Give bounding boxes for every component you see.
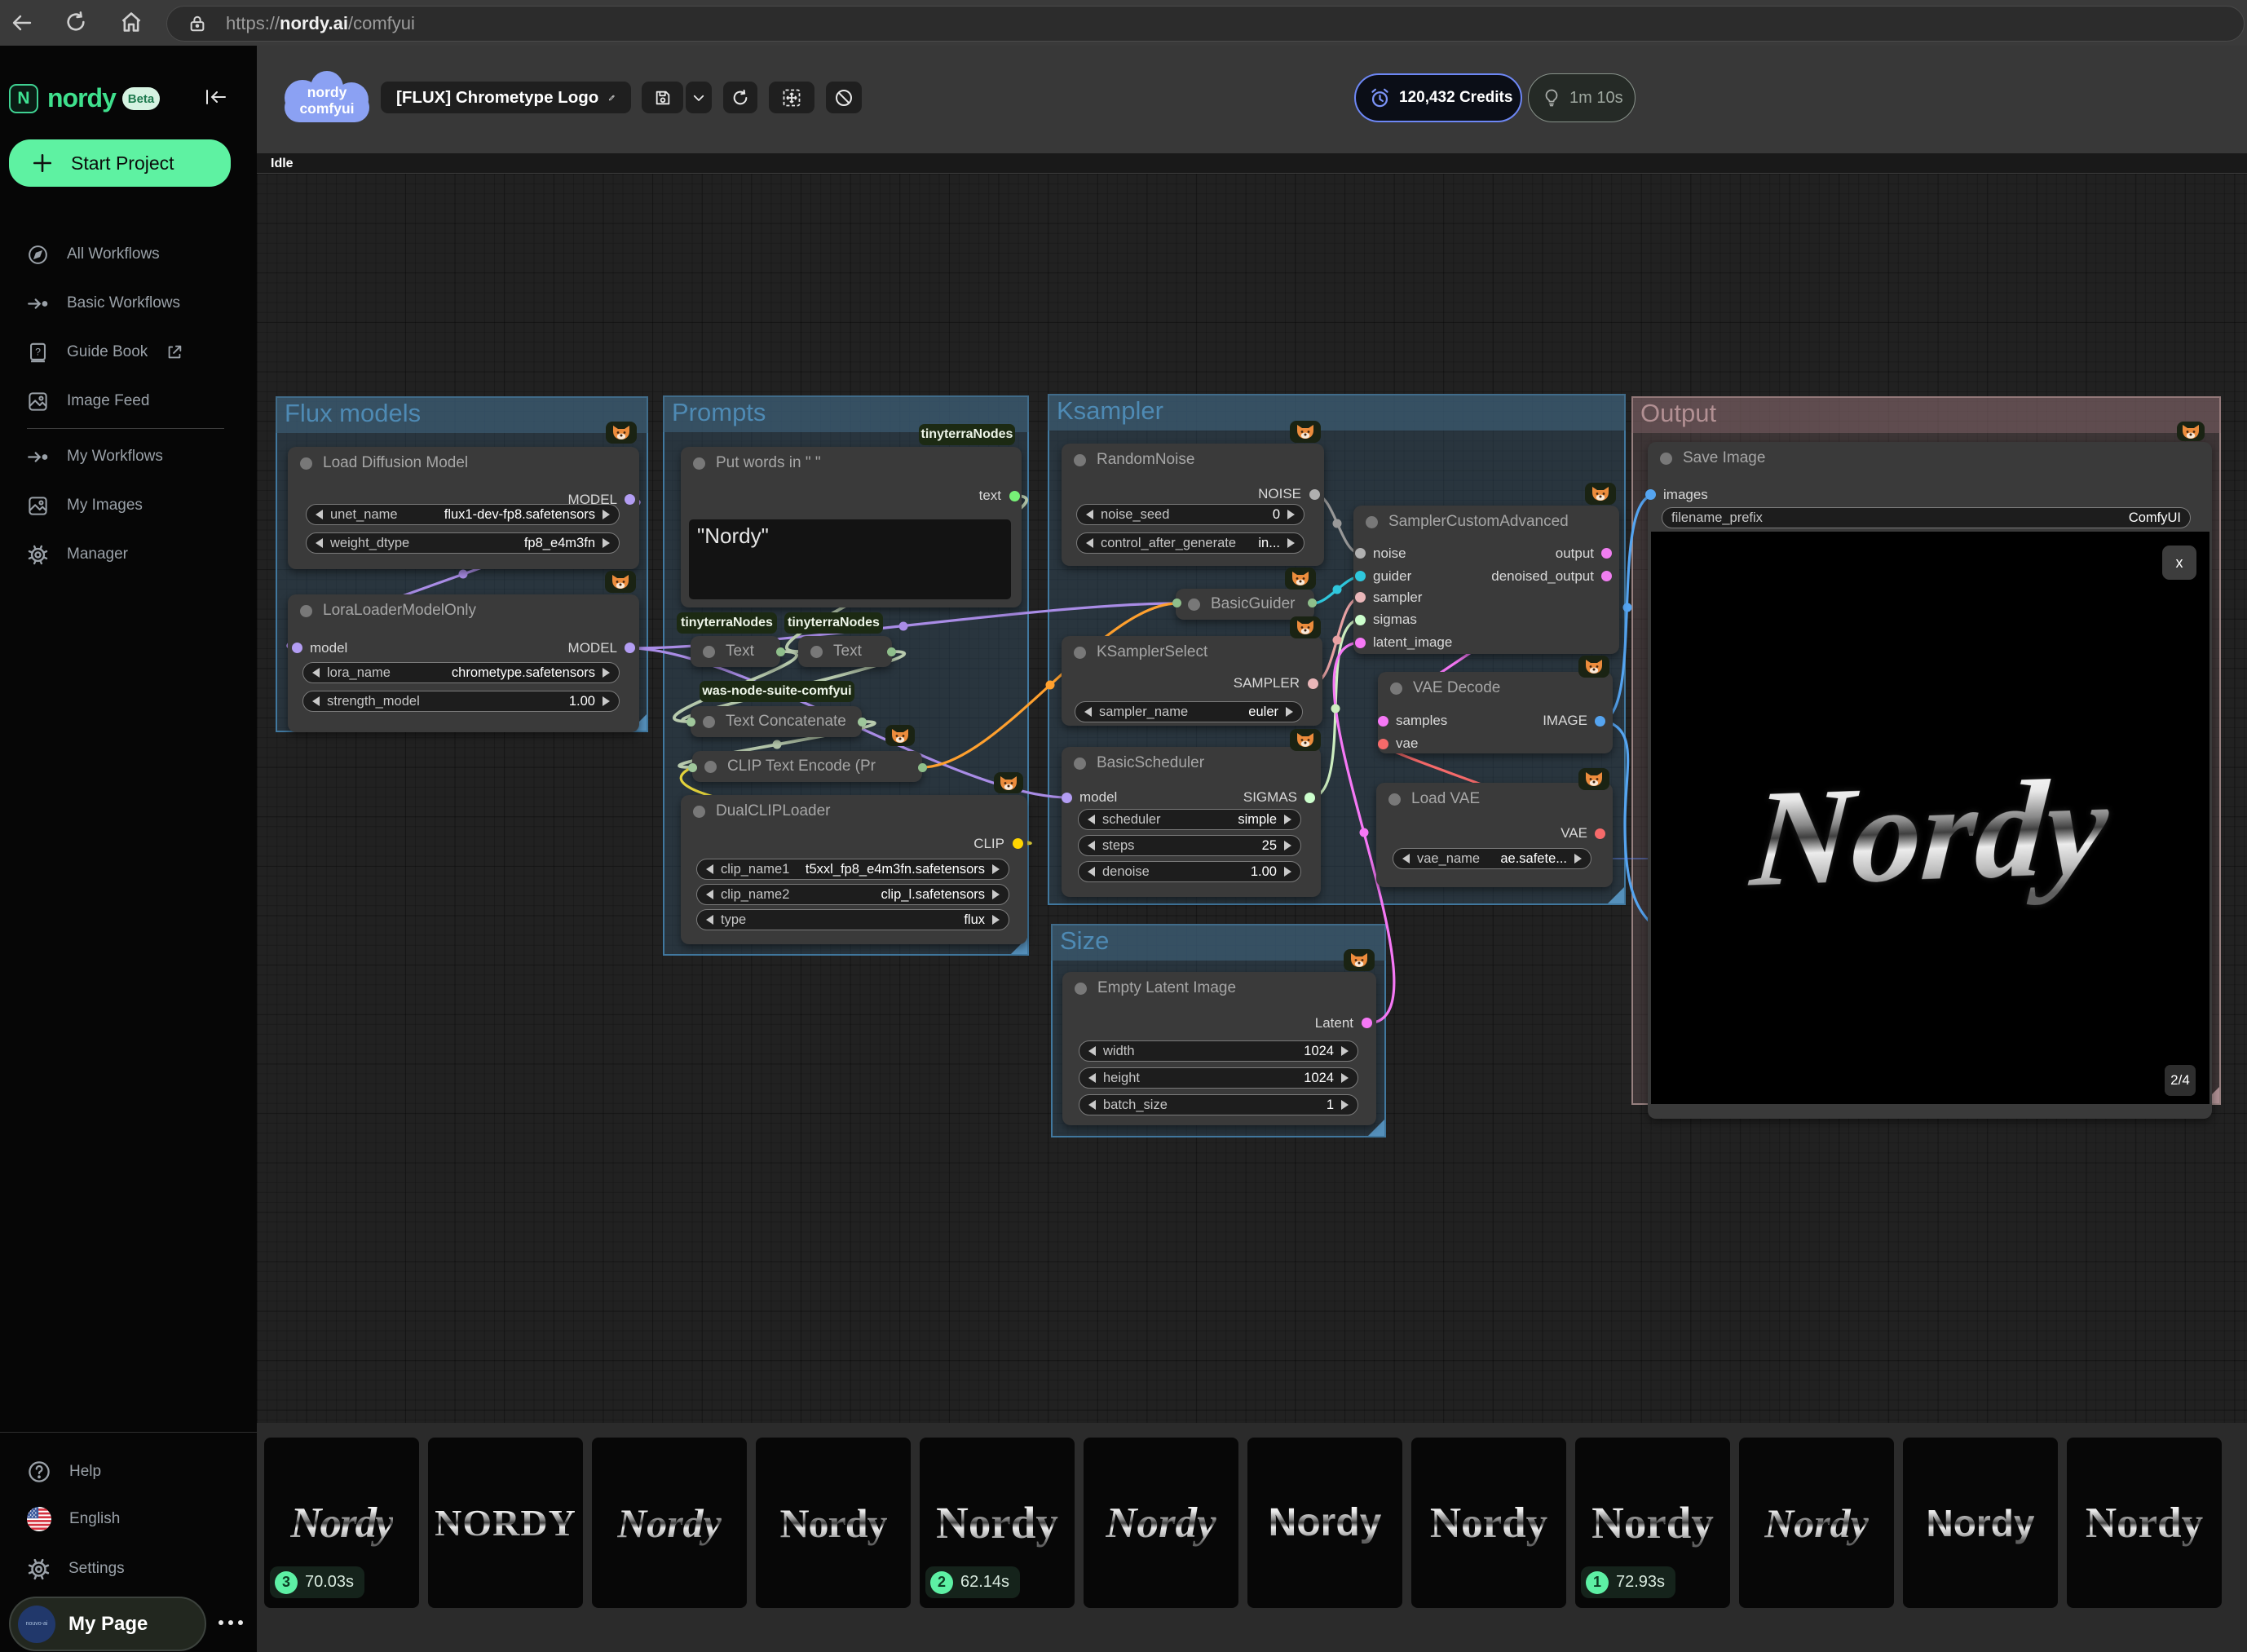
svg-text:nordy: nordy [307, 84, 347, 100]
svg-text:comfyui: comfyui [299, 100, 354, 117]
svg-text:?: ? [35, 346, 41, 357]
